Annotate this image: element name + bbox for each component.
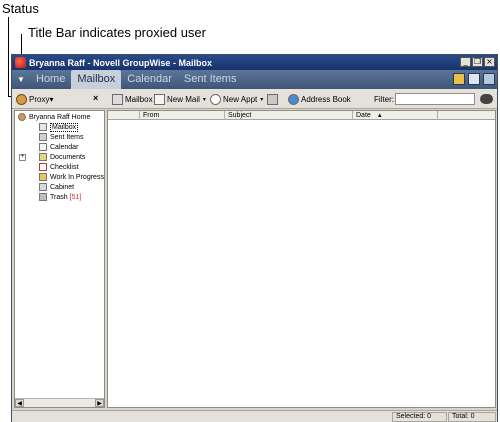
folder-trash[interactable]: Trash [51] (39, 192, 81, 202)
status-bar: Selected: 0 Total: 0 (12, 410, 497, 422)
column-header-row: From Subject Date ▲ (108, 111, 495, 120)
window-controls: _ ❒ × (460, 57, 495, 67)
home-icon (18, 113, 26, 121)
expand-documents-icon[interactable]: + (19, 154, 26, 161)
folder-home[interactable]: Bryanna Raff Home (18, 112, 90, 122)
folder-sent-items-label: Sent Items (50, 133, 84, 141)
folder-cabinet-label: Cabinet (50, 183, 75, 191)
checklist-icon (39, 163, 47, 171)
title-bar-callout: Title Bar indicates proxied user (28, 25, 206, 40)
address-book-label: Address Book (301, 94, 351, 104)
callout-line-status-vertical (8, 17, 9, 97)
find-filter-icon[interactable] (480, 94, 493, 104)
proxy-label: Proxy (29, 94, 50, 104)
nav-bar: ▼ Home Mailbox Calendar Sent Items (12, 70, 497, 89)
folder-work-in-progress[interactable]: Work In Progress (39, 172, 104, 182)
tab-sent-items[interactable]: Sent Items (178, 70, 243, 89)
mailbox-button-label: Mailbox (125, 94, 153, 104)
folder-home-label: Bryanna Raff Home (29, 113, 91, 121)
folder-list-pane: Bryanna Raff Home Mailbox Sent Items Cal… (14, 110, 105, 408)
folder-cabinet[interactable]: Cabinet (39, 182, 74, 192)
mailbox-icon (112, 93, 123, 105)
find-icon (267, 93, 278, 105)
scroll-left-icon[interactable]: ◀ (15, 399, 24, 407)
nav-tools (453, 73, 495, 85)
close-folder-pane-button[interactable]: × (93, 93, 98, 103)
minimize-button[interactable]: _ (460, 57, 471, 67)
column-subject[interactable]: Subject (225, 111, 353, 120)
scroll-right-icon[interactable]: ▶ (95, 399, 104, 407)
window-title: Bryanna Raff - Novell GroupWise - Mailbo… (29, 57, 212, 68)
toolbar: Proxy ▾ × Mailbox New Mail ▾ New Appt ▾ … (12, 89, 497, 109)
item-list-pane: From Subject Date ▲ (107, 110, 496, 408)
folder-calendar-label: Calendar (50, 143, 79, 151)
documents-icon (39, 153, 47, 161)
work-in-progress-icon (39, 173, 47, 181)
title-bar: Bryanna Raff - Novell GroupWise - Mailbo… (12, 55, 497, 70)
folder-sent-items[interactable]: Sent Items (39, 132, 83, 142)
groupwise-window: Bryanna Raff - Novell GroupWise - Mailbo… (11, 54, 498, 422)
new-mail-button[interactable]: New Mail ▾ (154, 92, 206, 106)
selected-count: Selected: 0 (392, 412, 447, 422)
folder-documents-label: Documents (50, 153, 86, 161)
close-button[interactable]: × (484, 57, 495, 67)
restore-button[interactable]: ❒ (472, 57, 483, 67)
new-mail-icon (154, 93, 165, 105)
folder-documents[interactable]: Documents (39, 152, 85, 162)
new-appt-dropdown-icon[interactable]: ▾ (260, 96, 263, 103)
view-icon[interactable] (468, 73, 480, 85)
new-mail-dropdown-icon[interactable]: ▾ (203, 96, 206, 103)
calendar-icon (39, 143, 47, 151)
column-date-label: Date (356, 112, 371, 119)
proxy-user-icon (16, 93, 27, 105)
status-callout: Status (2, 1, 39, 16)
mailbox-folder-icon (39, 123, 47, 131)
nav-menu-arrow-icon[interactable]: ▼ (12, 70, 30, 89)
column-icons[interactable] (108, 111, 140, 120)
tab-mailbox[interactable]: Mailbox (71, 70, 122, 89)
sent-items-icon (39, 133, 47, 141)
clock-icon (210, 93, 221, 105)
folder-mailbox[interactable]: Mailbox (39, 122, 79, 132)
column-from[interactable]: From (140, 111, 225, 120)
folder-work-in-progress-label: Work In Progress (50, 173, 104, 181)
folder-mailbox-label: Mailbox (50, 122, 79, 132)
layout-icon[interactable] (483, 73, 495, 85)
address-book-icon (288, 93, 299, 105)
trash-count-badge: [51] (69, 193, 82, 201)
groupwise-app-icon (15, 57, 26, 68)
proxy-button[interactable]: Proxy ▾ (16, 92, 53, 106)
new-appt-button[interactable]: New Appt ▾ (210, 92, 263, 106)
mailbox-button[interactable]: Mailbox (112, 92, 153, 106)
find-button[interactable] (267, 92, 280, 106)
proxy-dropdown-icon: ▾ (49, 94, 54, 104)
cabinet-icon (39, 183, 47, 191)
tab-calendar[interactable]: Calendar (121, 70, 178, 89)
sort-ascending-icon: ▲ (376, 113, 383, 119)
total-count: Total: 0 (448, 412, 496, 422)
filter-label: Filter: (374, 95, 394, 104)
column-date[interactable]: Date ▲ (353, 111, 438, 120)
folder-checklist[interactable]: Checklist (39, 162, 78, 172)
address-book-button[interactable]: Address Book (288, 92, 351, 106)
new-mail-label: New Mail (167, 94, 200, 104)
folder-tools-icon[interactable] (453, 73, 465, 85)
folder-pane-scrollbar[interactable]: ◀ ▶ (15, 398, 104, 407)
new-appt-label: New Appt (223, 94, 258, 104)
folder-trash-label: Trash (50, 193, 68, 201)
trash-icon (39, 193, 47, 201)
folder-calendar[interactable]: Calendar (39, 142, 78, 152)
folder-checklist-label: Checklist (50, 163, 79, 171)
tab-home[interactable]: Home (30, 70, 71, 89)
filter-input[interactable] (395, 93, 475, 105)
